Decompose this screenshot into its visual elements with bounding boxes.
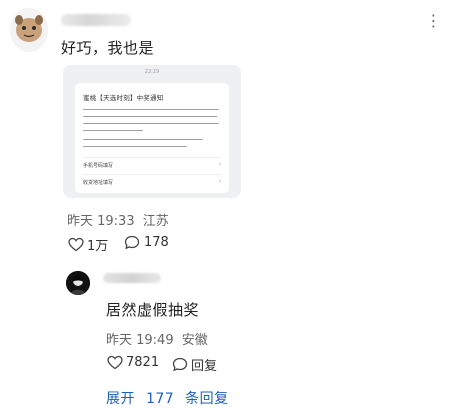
reply-meta: 昨天 19:49 安徽 [106, 329, 208, 348]
notice-link-phone: 手机号码填写 [83, 163, 114, 169]
reply-time: 昨天 19:49 [106, 333, 174, 348]
comment-bubble-icon [124, 235, 140, 250]
comment-text: 好巧，我也是 [61, 39, 155, 57]
comment-button[interactable]: 178 [124, 235, 169, 250]
comment-bubble-icon [172, 357, 188, 372]
notice-body-line [83, 146, 187, 148]
like-button[interactable]: 1万 [68, 235, 108, 254]
reply-location: 安徽 [181, 333, 208, 348]
dark-avatar-icon [66, 271, 90, 295]
chevron-right-icon: › [218, 161, 221, 168]
notice-body-line [83, 116, 217, 118]
like-count: 1万 [87, 239, 109, 254]
username-redacted[interactable] [61, 14, 131, 26]
notice-body-line [83, 139, 203, 141]
notice-link-address: 收货地址填写 [83, 180, 114, 186]
reply-text: 居然虚假抽奖 [106, 301, 200, 319]
notice-body-line [83, 130, 143, 132]
comment-meta: 昨天 19:33 江苏 [67, 210, 169, 229]
notice-title: 蜜桃【天选时刻】中奖通知 [83, 94, 164, 102]
notice-divider [83, 174, 221, 175]
more-options-icon[interactable]: ⋮ [424, 13, 442, 29]
reply-avatar[interactable] [66, 271, 90, 295]
expand-prefix: 展开 [106, 391, 135, 407]
comment-count: 178 [144, 235, 169, 250]
comment-time: 昨天 19:33 [67, 214, 135, 229]
reply-label: 回复 [191, 359, 218, 374]
expand-replies-link[interactable]: 展开 177 条回复 [106, 388, 229, 408]
comment-location: 江苏 [142, 214, 169, 229]
notice-divider [83, 157, 221, 158]
reply-like-count: 7821 [126, 355, 160, 370]
image-status-time: 22:19 [144, 69, 160, 75]
heart-icon [107, 355, 123, 370]
notice-body-line [83, 123, 219, 125]
cartoon-avatar-icon [10, 8, 48, 52]
reply-button[interactable]: 回复 [172, 355, 217, 374]
expand-suffix: 条回复 [185, 391, 229, 407]
expand-count: 177 [145, 391, 175, 407]
reply-username-redacted[interactable] [103, 273, 161, 283]
comment-image[interactable]: 22:19 蜜桃【天选时刻】中奖通知 手机号码填写 › 收货地址填写 › [63, 65, 241, 198]
chevron-right-icon: › [218, 178, 221, 185]
notice-body-line [83, 109, 219, 111]
heart-icon [68, 237, 84, 252]
reply-like-button[interactable]: 7821 [107, 355, 159, 370]
prize-notice-card: 蜜桃【天选时刻】中奖通知 手机号码填写 › 收货地址填写 › [75, 83, 229, 193]
avatar[interactable] [10, 8, 48, 52]
